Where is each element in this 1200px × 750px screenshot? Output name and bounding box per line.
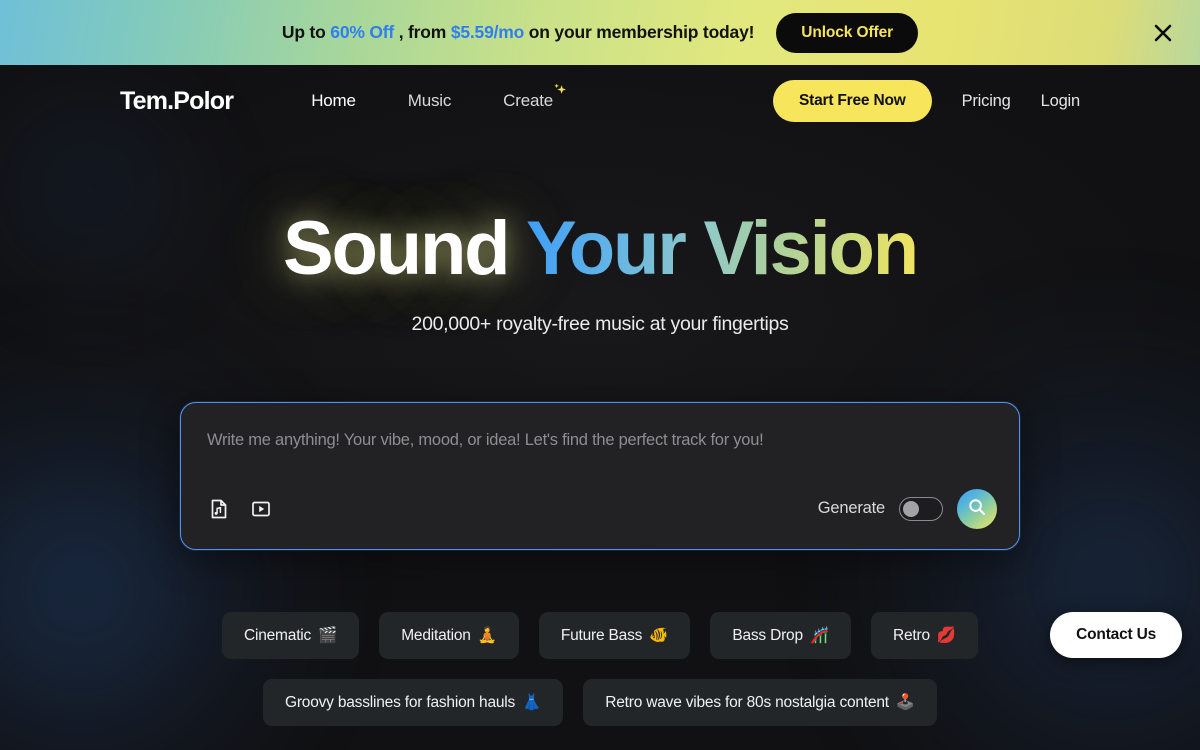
chip-emoji: 🕹️: [895, 693, 916, 711]
generate-toggle-knob: [903, 500, 919, 517]
navbar: Tem.Polor Home Music Create Start Free N…: [0, 65, 1200, 137]
chip-emoji: 💋: [936, 626, 957, 644]
logo[interactable]: Tem.Polor: [120, 87, 234, 116]
chip-label: Bass Drop: [732, 626, 803, 644]
page-title: Sound Your Vision: [0, 209, 1200, 289]
page-root: Up to 60% Off , from $5.59/mo on your me…: [0, 0, 1200, 750]
promo-price: $5.59/mo: [450, 22, 525, 42]
prompt-toolbar: Generate: [207, 488, 997, 529]
promo-discount: 60% Off: [330, 22, 395, 42]
promo-banner: Up to 60% Off , from $5.59/mo on your me…: [0, 0, 1200, 65]
start-free-now-button[interactable]: Start Free Now: [772, 80, 932, 122]
promo-banner-inner: Up to 60% Off , from $5.59/mo on your me…: [281, 12, 919, 53]
unlock-offer-button[interactable]: Unlock Offer: [776, 12, 919, 53]
promo-text-before: Up to: [281, 22, 331, 42]
chip-label: Retro: [893, 626, 930, 644]
nav-item-music-label: Music: [407, 91, 452, 110]
promo-banner-text: Up to 60% Off , from $5.59/mo on your me…: [281, 22, 755, 43]
chip-row-1: Cinematic 🎬 Meditation 🧘 Future Bass 🐠 Bass…: [0, 611, 1200, 659]
chip-groovy-basslines[interactable]: Groovy basslines for fashion hauls 👗: [262, 678, 564, 726]
prompt-tool-icons: [207, 497, 273, 521]
prompt-section: Write me anything! Your vibe, mood, or i…: [180, 401, 1020, 550]
promo-text-after: on your membership today!: [524, 22, 755, 42]
search-button[interactable]: [957, 488, 997, 529]
hero-subtitle: 200,000+ royalty-free music at your fing…: [411, 312, 789, 335]
chip-label: Future Bass: [560, 626, 643, 644]
search-icon: [967, 497, 987, 520]
close-icon[interactable]: [1148, 18, 1178, 48]
chip-bass-drop[interactable]: Bass Drop 🎢: [710, 611, 851, 659]
prompt-box[interactable]: Write me anything! Your vibe, mood, or i…: [180, 401, 1020, 550]
nav-item-create-label: Create: [503, 91, 553, 110]
music-file-icon[interactable]: [207, 497, 231, 521]
prompt-actions: Generate: [817, 488, 997, 529]
nav-links: Home Music Create: [311, 83, 566, 111]
chip-meditation[interactable]: Meditation 🧘: [379, 611, 519, 659]
sparkle-icon: [549, 82, 569, 105]
chip-emoji: 🐠: [649, 626, 669, 644]
hero-title-part2: Your Vision: [525, 206, 919, 291]
video-file-icon[interactable]: [249, 497, 273, 521]
generate-label: Generate: [817, 499, 885, 518]
chip-future-bass[interactable]: Future Bass 🐠: [538, 611, 691, 659]
promo-text-mid: , from: [394, 22, 451, 42]
nav-item-create[interactable]: Create: [503, 83, 566, 111]
chip-retro[interactable]: Retro 💋: [871, 611, 979, 659]
chip-retro-wave[interactable]: Retro wave vibes for 80s nostalgia conte…: [583, 678, 938, 726]
hero-section: Sound Your Vision 200,000+ royalty-free …: [0, 209, 1200, 336]
contact-us-button[interactable]: Contact Us: [1050, 612, 1182, 658]
chip-emoji: 👗: [522, 693, 542, 711]
generate-toggle[interactable]: [899, 496, 943, 521]
prompt-input[interactable]: Write me anything! Your vibe, mood, or i…: [207, 431, 993, 450]
nav-item-home[interactable]: Home: [311, 91, 356, 111]
chip-label: Groovy basslines for fashion hauls: [284, 693, 516, 711]
nav-item-music[interactable]: Music: [407, 91, 452, 111]
nav-item-login[interactable]: Login: [1041, 92, 1081, 111]
nav-item-pricing[interactable]: Pricing: [962, 92, 1011, 111]
nav-right: Start Free Now Pricing Login: [772, 80, 1081, 122]
chip-emoji: 🎢: [809, 626, 829, 644]
chip-cinematic[interactable]: Cinematic 🎬: [221, 611, 360, 659]
nav-item-home-label: Home: [311, 91, 356, 110]
chip-label: Cinematic: [243, 626, 312, 644]
chip-label: Meditation: [401, 626, 471, 644]
suggestion-chips: Cinematic 🎬 Meditation 🧘 Future Bass 🐠 Bass…: [0, 611, 1200, 726]
chip-emoji: 🧘: [477, 626, 497, 644]
chip-emoji: 🎬: [318, 626, 338, 644]
chip-row-2: Groovy basslines for fashion hauls 👗 Retr…: [0, 678, 1200, 726]
chip-label: Retro wave vibes for 80s nostalgia conte…: [605, 693, 889, 711]
hero-title-part1: Sound: [283, 206, 526, 291]
